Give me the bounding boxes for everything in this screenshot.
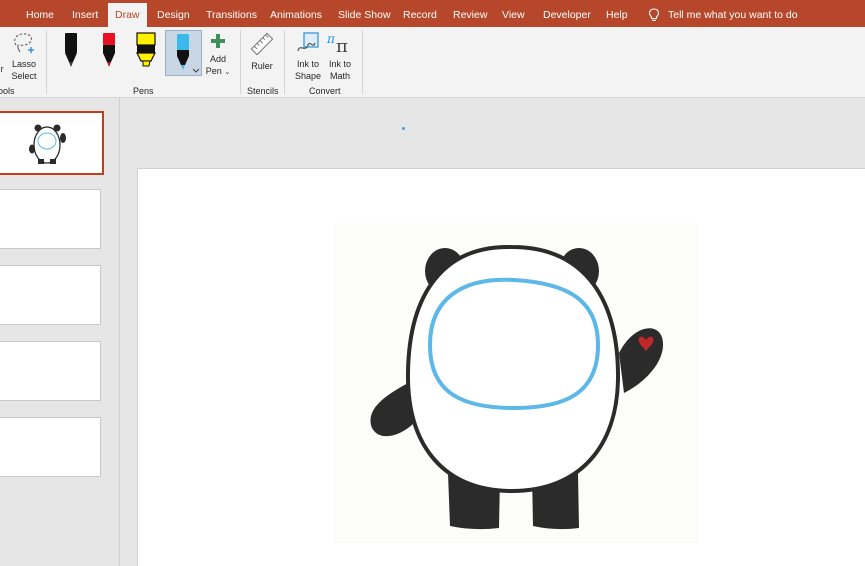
black-pen-button[interactable] bbox=[56, 31, 86, 69]
tab-view[interactable]: View bbox=[502, 0, 525, 27]
add-pen-label-line1: Add bbox=[209, 54, 226, 64]
slide-thumbnail-5[interactable] bbox=[0, 417, 101, 477]
red-pen-icon bbox=[103, 33, 115, 67]
convert-group-label: Convert bbox=[309, 86, 341, 96]
lasso-label-line1: Lasso bbox=[11, 59, 37, 69]
tell-me-search[interactable]: Tell me what you want to do bbox=[648, 0, 798, 27]
tab-insert[interactable]: Insert bbox=[72, 0, 98, 27]
tools-group-label: ools bbox=[0, 86, 15, 96]
blue-pen-icon bbox=[177, 34, 200, 73]
tab-animations[interactable]: Animations bbox=[270, 0, 322, 27]
add-pen-label-line2: Pen ⌄ bbox=[205, 66, 231, 76]
lasso-icon bbox=[14, 33, 34, 53]
pens-group-label: Pens bbox=[133, 86, 154, 96]
ink-to-math-label-line2: Math bbox=[329, 71, 350, 81]
add-pen-button[interactable]: Add Pen ⌄ bbox=[203, 32, 233, 79]
slide-canvas[interactable] bbox=[137, 168, 865, 566]
ink-to-math-label-line1: Ink to bbox=[328, 59, 351, 69]
plus-icon bbox=[211, 34, 225, 48]
ruler-label: Ruler bbox=[251, 61, 273, 71]
ink-to-shape-label-line1: Ink to bbox=[296, 59, 319, 69]
chevron-down-icon: ⌄ bbox=[224, 69, 231, 76]
slide-thumbnail-2[interactable] bbox=[0, 189, 101, 249]
black-pen-icon bbox=[65, 33, 77, 67]
ink-to-shape-label-line2: Shape bbox=[294, 71, 322, 81]
ink-to-shape-button[interactable]: Ink to Shape bbox=[292, 31, 324, 82]
slide-thumbnail-1[interactable] bbox=[0, 111, 104, 175]
tab-developer[interactable]: Developer bbox=[543, 0, 591, 27]
panda-drawing bbox=[370, 244, 664, 530]
ink-dot bbox=[402, 127, 405, 130]
pi-math-icon: π π bbox=[326, 32, 348, 57]
tab-draw[interactable]: Draw bbox=[108, 3, 147, 27]
ribbon-tab-bar: Home Insert Draw Design Transitions Anim… bbox=[0, 0, 865, 27]
cut-off-tool-label[interactable]: r bbox=[0, 63, 6, 75]
group-separator bbox=[46, 30, 47, 94]
tab-slide-show[interactable]: Slide Show bbox=[338, 0, 391, 27]
ink-to-shape-icon bbox=[297, 32, 319, 52]
slide-thumbnail-3[interactable] bbox=[0, 265, 101, 325]
highlighter-icon bbox=[136, 32, 156, 67]
group-separator bbox=[240, 30, 241, 94]
yellow-highlighter-button[interactable] bbox=[131, 31, 161, 69]
lightbulb-icon bbox=[648, 8, 660, 21]
lasso-select-button[interactable]: Lasso Select bbox=[8, 31, 40, 82]
svg-text:π: π bbox=[336, 36, 348, 55]
svg-text:π: π bbox=[326, 32, 336, 46]
slide-thumbnail-4[interactable] bbox=[0, 341, 101, 401]
ink-to-math-button[interactable]: π π Ink to Math bbox=[324, 31, 356, 82]
tab-transitions[interactable]: Transitions bbox=[206, 0, 257, 27]
tell-me-text: Tell me what you want to do bbox=[668, 9, 798, 21]
ruler-icon bbox=[250, 32, 274, 56]
tab-design[interactable]: Design bbox=[157, 0, 190, 27]
red-pen-button[interactable] bbox=[94, 31, 124, 69]
group-separator bbox=[362, 30, 363, 94]
ruler-button[interactable]: Ruler bbox=[246, 31, 278, 72]
tab-help[interactable]: Help bbox=[606, 0, 628, 27]
slide-thumbnail-pane bbox=[0, 98, 120, 566]
lasso-label-line2: Select bbox=[11, 71, 37, 81]
panda-thumbnail-image bbox=[29, 124, 66, 164]
tab-review[interactable]: Review bbox=[453, 0, 487, 27]
panda-picture[interactable] bbox=[334, 223, 698, 543]
face-outline bbox=[427, 277, 601, 411]
tab-record[interactable]: Record bbox=[403, 0, 437, 27]
group-separator bbox=[284, 30, 285, 94]
slide-editing-area bbox=[121, 98, 865, 566]
stencils-group-label: Stencils bbox=[247, 86, 279, 96]
tab-home[interactable]: Home bbox=[26, 0, 54, 27]
blue-pen-button[interactable] bbox=[165, 30, 202, 76]
draw-ribbon: r Lasso Select ools Add Pen ⌄ Pens Ruler… bbox=[0, 27, 865, 98]
